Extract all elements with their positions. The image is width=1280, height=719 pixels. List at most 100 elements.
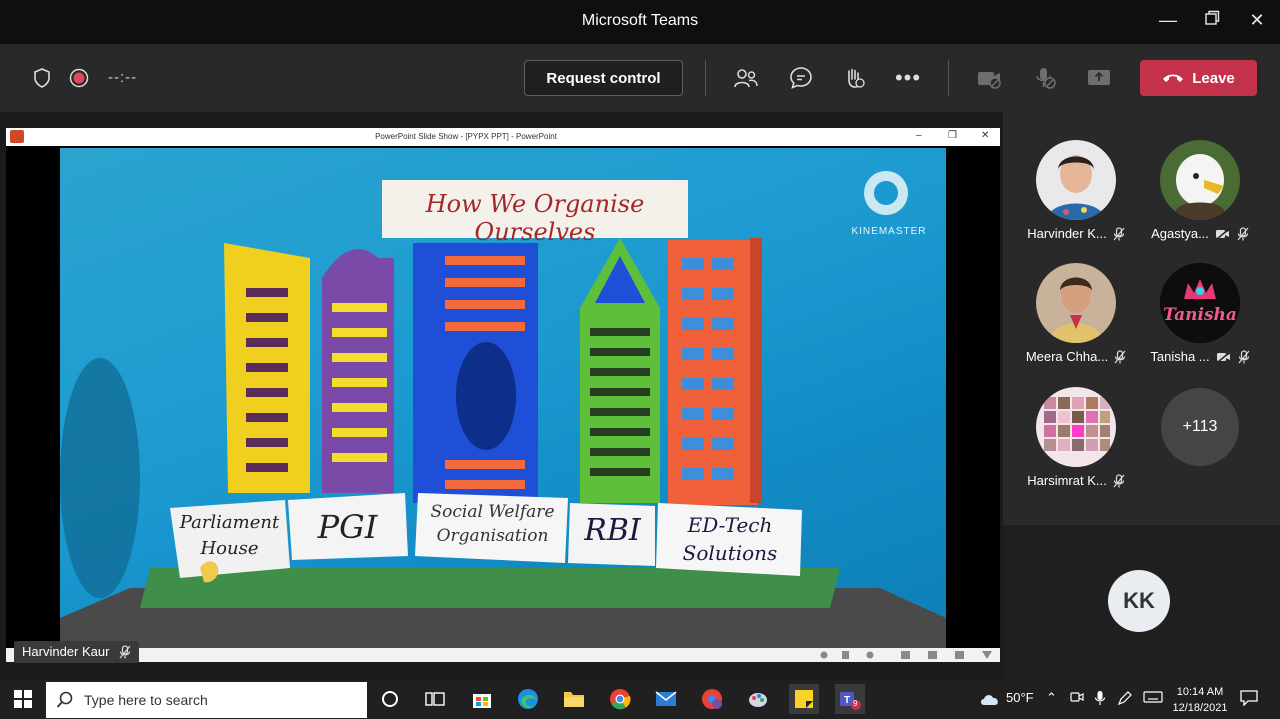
participant-name-row: Agastya... — [1135, 226, 1265, 241]
pen-tray-icon[interactable] — [1117, 690, 1133, 709]
meeting-timer: --:-- — [108, 69, 138, 86]
self-avatar: KK — [1108, 570, 1170, 632]
slideshow-controls — [6, 648, 1000, 662]
share-screen-icon[interactable] — [1084, 63, 1114, 93]
camera-off-icon — [1216, 350, 1231, 363]
edge-icon[interactable] — [513, 684, 543, 714]
title-bar: Microsoft Teams — ✕ — [0, 0, 1280, 44]
phone-hangup-icon — [1163, 74, 1184, 82]
mic-muted-icon — [119, 645, 131, 659]
slide-label-social-welfare: Social Welfare Organisation — [430, 502, 555, 546]
participant-name-row: Meera Chha... — [1011, 349, 1141, 364]
task-view-icon[interactable] — [420, 684, 450, 714]
clock-date: 12/18/2021 — [1172, 702, 1228, 714]
presenter-name-tag: Harvinder Kaur — [14, 641, 140, 663]
participant-name: Meera Chha... — [1025, 349, 1109, 364]
windows-start-icon[interactable] — [8, 684, 38, 714]
mic-muted-icon — [1237, 226, 1249, 240]
slide-heading: How We Organise Ourselves — [425, 190, 645, 246]
mic-muted-icon — [1238, 349, 1250, 363]
cortana-icon[interactable] — [375, 684, 405, 714]
camera-off-icon — [1215, 227, 1230, 240]
participant-name-row: Tanisha ... — [1135, 349, 1265, 364]
taskbar-search-box[interactable]: Type here to search — [46, 682, 367, 718]
shield-icon[interactable] — [27, 63, 57, 93]
recording-icon — [64, 63, 94, 93]
participant-tile[interactable]: Meera Chha... — [1011, 263, 1141, 383]
meet-now-icon[interactable] — [1070, 690, 1084, 707]
participants-gallery: Harvinder K... Agastya... Meera Chha... … — [1003, 112, 1280, 680]
microsoft-store-icon[interactable] — [467, 684, 497, 714]
chat-icon[interactable] — [786, 63, 816, 93]
participant-name: Harsimrat K... — [1027, 473, 1107, 488]
search-placeholder: Type here to search — [84, 692, 208, 708]
ppt-close-icon: ✕ — [981, 130, 990, 141]
teams-taskbar-icon[interactable]: T 9 — [835, 684, 865, 714]
close-icon[interactable]: ✕ — [1245, 10, 1269, 31]
participant-tile[interactable]: Harvinder K... — [1011, 140, 1141, 260]
participant-tile[interactable]: Agastya... — [1135, 140, 1265, 260]
meeting-toolbar: --:-- Request control ••• Leave — [0, 44, 1280, 112]
taskbar-clock[interactable]: 10:14 AM 12/18/2021 — [1172, 684, 1228, 716]
microphone-tray-icon[interactable] — [1094, 690, 1106, 709]
sticky-notes-icon[interactable] — [789, 684, 819, 714]
slide-image: How We Organise Ourselves KINEMASTER Par… — [60, 148, 946, 648]
powerpoint-titlebar: PowerPoint Slide Show - [PYPX PPT] - Pow… — [6, 128, 1000, 146]
chrome-profile-icon[interactable] — [697, 684, 727, 714]
powerpoint-window-title: PowerPoint Slide Show - [PYPX PPT] - Pow… — [375, 132, 557, 141]
participant-name: Harvinder K... — [1027, 226, 1107, 241]
divider — [948, 60, 949, 96]
participant-tile[interactable]: Harsimrat K... — [1011, 387, 1141, 507]
paint-icon[interactable] — [743, 684, 773, 714]
ppt-restore-icon: ❐ — [948, 130, 957, 141]
notifications-icon[interactable] — [1240, 690, 1258, 709]
participant-avatar — [1036, 387, 1116, 467]
slide-label-pgi: PGI — [317, 508, 378, 546]
camera-off-icon[interactable] — [975, 63, 1005, 93]
window-title: Microsoft Teams — [581, 12, 699, 29]
participant-avatar: Tanisha — [1160, 263, 1240, 343]
search-icon — [56, 691, 73, 708]
windows-taskbar: Type here to search T 9 50°F ⌃ 10:14 AM … — [0, 680, 1280, 719]
divider — [705, 60, 706, 96]
slide-label-edtech: ED-Tech Solutions — [682, 513, 778, 565]
participants-icon[interactable] — [731, 63, 761, 93]
tanisha-logo-text: Tanisha — [1163, 305, 1237, 325]
slide-label-parliament: Parliament House — [179, 512, 280, 559]
teams-badge-count: 9 — [853, 699, 858, 708]
participant-name-row: Harvinder K... — [1011, 226, 1141, 241]
shared-content-stage: PowerPoint Slide Show - [PYPX PPT] - Pow… — [0, 112, 1003, 680]
reactions-icon[interactable] — [839, 63, 869, 93]
slide-label-rbi: RBI — [584, 513, 641, 548]
leave-label: Leave — [1192, 69, 1235, 87]
minimize-icon[interactable]: — — [1156, 10, 1180, 31]
kinemaster-watermark: KINEMASTER — [851, 226, 927, 237]
clock-time: 10:14 AM — [1176, 686, 1224, 698]
chrome-icon[interactable] — [605, 684, 635, 714]
mic-muted-icon — [1113, 226, 1125, 240]
ppt-minimize-icon: – — [916, 130, 922, 141]
show-hidden-icons-icon[interactable]: ⌃ — [1046, 690, 1057, 706]
participant-avatar — [1036, 263, 1116, 343]
keyboard-tray-icon[interactable] — [1143, 690, 1163, 707]
svg-text:T: T — [844, 695, 850, 706]
mic-muted-icon — [1114, 349, 1126, 363]
participant-tile[interactable]: Tanisha Tanisha ... — [1135, 263, 1265, 383]
weather-cloud-icon[interactable] — [975, 684, 1005, 714]
leave-button[interactable]: Leave — [1140, 60, 1257, 96]
microphone-off-icon[interactable] — [1030, 63, 1060, 93]
participant-avatar — [1160, 140, 1240, 220]
weather-temperature: 50°F — [1006, 690, 1034, 705]
request-control-button[interactable]: Request control — [524, 60, 683, 96]
participant-avatar — [1036, 140, 1116, 220]
overflow-participants-button[interactable]: +113 — [1161, 388, 1239, 466]
participant-name: Tanisha ... — [1150, 349, 1210, 364]
presenter-name: Harvinder Kaur — [22, 644, 110, 659]
restore-icon[interactable] — [1200, 10, 1224, 31]
participant-name: Agastya... — [1151, 226, 1209, 241]
file-explorer-icon[interactable] — [559, 684, 589, 714]
participant-name-row: Harsimrat K... — [1011, 473, 1141, 488]
shared-screen: PowerPoint Slide Show - [PYPX PPT] - Pow… — [6, 128, 1000, 662]
mail-icon[interactable] — [651, 684, 681, 714]
more-options-icon[interactable]: ••• — [893, 63, 923, 93]
